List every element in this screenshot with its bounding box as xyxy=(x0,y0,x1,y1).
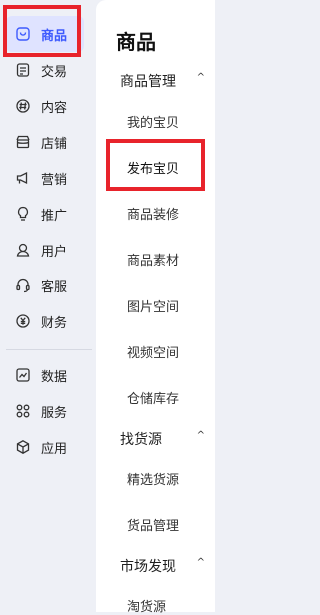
collapse-caret-icon[interactable]: ^ xyxy=(197,557,205,568)
nav-item-label: 商品 xyxy=(41,28,68,44)
nav-item-label: 营销 xyxy=(41,172,68,188)
nav-item-label: 财务 xyxy=(41,315,68,331)
nav-item-label: 客服 xyxy=(41,279,68,295)
section-title: 商品 xyxy=(116,30,156,54)
service-icon xyxy=(15,403,31,419)
nav-item-user[interactable]: 用户 xyxy=(6,232,84,268)
nav-item-data[interactable]: 数据 xyxy=(6,357,84,393)
menu-item-my-listings[interactable]: 我的宝贝 xyxy=(127,112,179,131)
promotion-icon xyxy=(15,206,31,222)
nav-item-label: 店铺 xyxy=(41,136,68,152)
nav-item-app[interactable]: 应用 xyxy=(6,429,84,465)
group-header-find-supply[interactable]: 找货源 xyxy=(120,429,162,449)
nav-item-label: 推广 xyxy=(41,208,68,224)
finance-icon xyxy=(15,313,31,329)
group-label: 市场发现 xyxy=(120,559,176,575)
nav-item-label: 数据 xyxy=(41,369,68,385)
menu-item-goods-materials[interactable]: 商品素材 xyxy=(127,250,179,269)
app-icon xyxy=(15,439,31,455)
group-header-goods-management[interactable]: 商品管理 xyxy=(120,71,176,91)
group-label: 商品管理 xyxy=(120,74,176,90)
marketing-icon xyxy=(15,170,31,186)
nav-item-label: 服务 xyxy=(41,405,68,421)
nav-item-finance[interactable]: 财务 xyxy=(6,303,84,339)
menu-item-publish-listing[interactable]: 发布宝贝 xyxy=(127,158,179,177)
nav-item-promotion[interactable]: 推广 xyxy=(6,196,84,232)
menu-item-tao-supply[interactable]: 淘货源 xyxy=(127,596,166,615)
content-icon xyxy=(15,98,31,114)
menu-item-goods-decoration[interactable]: 商品装修 xyxy=(127,204,179,223)
nav-item-trade[interactable]: 交易 xyxy=(6,52,84,88)
nav-item-marketing[interactable]: 营销 xyxy=(6,160,84,196)
nav-item-service[interactable]: 服务 xyxy=(6,393,84,429)
collapse-caret-icon[interactable]: ^ xyxy=(197,72,205,83)
nav-item-label: 用户 xyxy=(41,244,68,260)
nav-item-label: 交易 xyxy=(41,64,68,80)
trade-icon xyxy=(15,62,31,78)
nav-item-customer-service[interactable]: 客服 xyxy=(6,267,84,303)
goods-icon xyxy=(15,26,31,42)
menu-item-warehouse-inventory[interactable]: 仓储库存 xyxy=(127,388,179,407)
menu-item-image-space[interactable]: 图片空间 xyxy=(127,296,179,315)
secondary-sidebar: 商品 商品管理 ^ 我的宝贝 发布宝贝 商品装修 商品素材 图片空间 视频空间 … xyxy=(96,0,215,615)
menu-item-selected-supply[interactable]: 精选货源 xyxy=(127,469,179,488)
customer-service-icon xyxy=(15,277,31,293)
user-icon xyxy=(15,242,31,258)
nav-item-label: 内容 xyxy=(41,100,68,116)
nav-item-label: 应用 xyxy=(41,441,68,457)
menu-item-video-space[interactable]: 视频空间 xyxy=(127,342,179,361)
primary-sidebar: 商品 交易 内容 店铺 营销 推广 用户 客服 财务 数据 服务 应用 xyxy=(0,0,96,612)
collapse-caret-icon[interactable]: ^ xyxy=(197,430,205,441)
group-label: 找货源 xyxy=(120,432,162,448)
group-header-market-discovery[interactable]: 市场发现 xyxy=(120,556,176,576)
sidebar-divider xyxy=(6,349,92,350)
nav-item-goods[interactable]: 商品 xyxy=(6,16,84,52)
nav-item-content[interactable]: 内容 xyxy=(6,88,84,124)
nav-item-shop[interactable]: 店铺 xyxy=(6,124,84,160)
data-icon xyxy=(15,367,31,383)
shop-icon xyxy=(15,134,31,150)
menu-item-goods-management[interactable]: 货品管理 xyxy=(127,515,179,534)
